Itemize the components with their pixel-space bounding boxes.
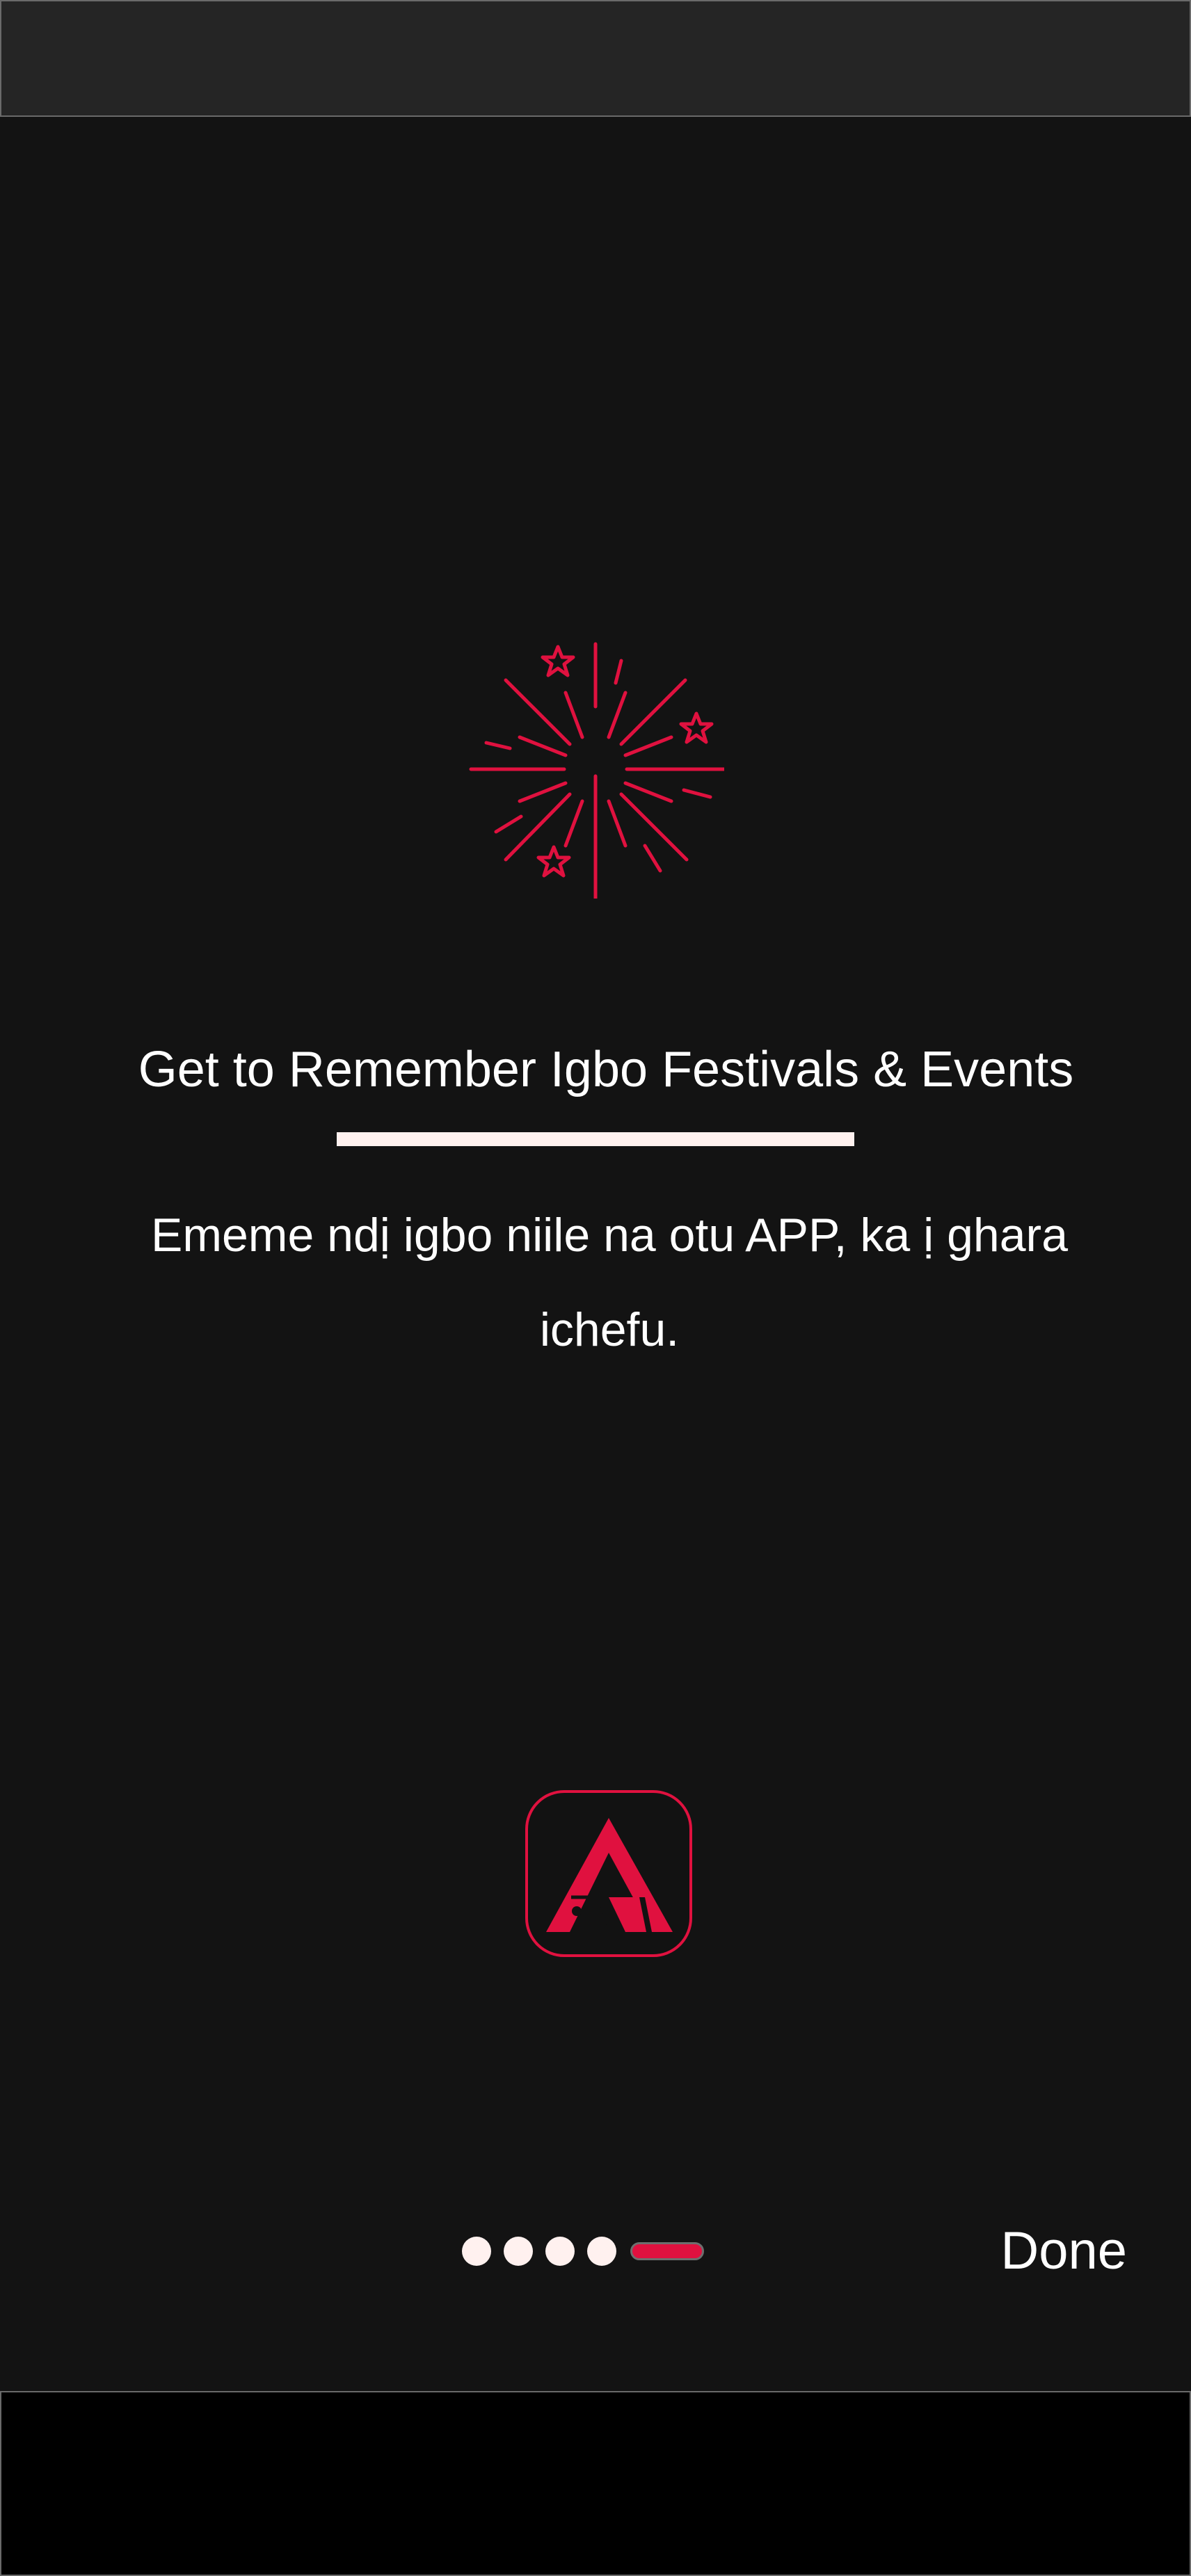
page-dot-1[interactable] bbox=[462, 2237, 491, 2266]
title-underline bbox=[337, 1132, 854, 1146]
onboarding-title: Get to Remember Igbo Festivals & Events bbox=[138, 1042, 1074, 1097]
status-bar bbox=[0, 0, 1191, 117]
page-dot-4[interactable] bbox=[587, 2237, 616, 2266]
page-dot-3[interactable] bbox=[545, 2237, 575, 2266]
page-indicator bbox=[462, 2235, 704, 2267]
done-button[interactable]: Done bbox=[960, 2213, 1127, 2289]
page-dot-5-active[interactable] bbox=[630, 2242, 704, 2260]
page-dot-2[interactable] bbox=[504, 2237, 533, 2266]
app-logo-icon bbox=[525, 1790, 692, 1957]
onboarding-screen: Get to Remember Igbo Festivals & Events … bbox=[0, 0, 1191, 2576]
navigation-bar bbox=[0, 2391, 1191, 2576]
onboarding-subtitle: Ememe ndị igbo niile na otu APP, ka ị gh… bbox=[150, 1209, 1069, 1356]
fireworks-icon bbox=[467, 640, 726, 901]
